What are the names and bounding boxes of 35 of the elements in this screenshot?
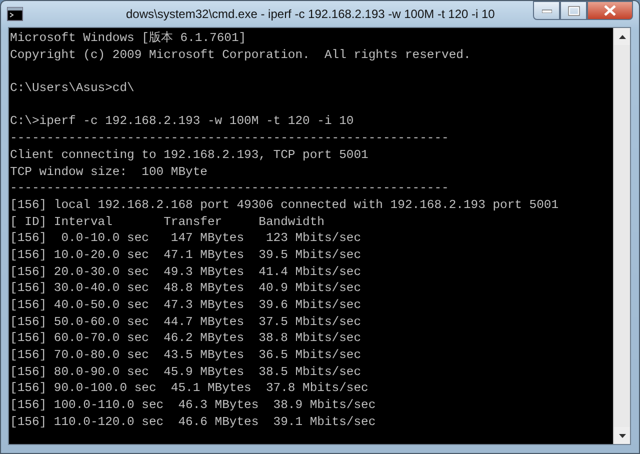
console-line: [156] 60.0-70.0 sec 46.2 MBytes 38.8 Mbits/sec <box>10 330 362 348</box>
down-arrow-icon <box>618 434 626 438</box>
command-prompt-icon <box>7 7 23 21</box>
console-line: [156] 90.0-100.0 sec 45.1 MBytes 37.8 Mbits/sec <box>10 380 370 398</box>
console-line: ------------------------------------------------------------ <box>10 180 450 197</box>
up-arrow-icon <box>618 34 626 38</box>
console-line: Copyright (c) 2009 Microsoft Corporation. All rights reserved. <box>10 46 472 64</box>
console-line: [156] 40.0-50.0 sec 47.3 MBytes 39.6 Mbits/sec <box>10 297 362 314</box>
console-line: [156] 20.0-30.0 sec 49.3 MBytes 41.4 Mbits/sec <box>10 264 362 280</box>
console-line: C:\>iperf -c 192.168.2.193 -w 100M -t 120 -i 10 <box>10 113 355 130</box>
console-line: [156] 30.0-40.0 sec 48.8 MBytes 40.9 Mbits/sec <box>10 280 362 297</box>
console-line: [156] 10.0-20.0 sec 47.1 MBytes 39.5 Mbits/sec <box>10 246 362 264</box>
console-line: [156] 100.0-110.0 sec 46.3 MBytes 38.9 Mbits/sec <box>10 397 377 414</box>
console-line: TCP window size: 100 MByte <box>10 164 208 180</box>
console-line: [156] 0.0-10.0 sec 147 MBytes 123 Mbits/sec <box>10 230 362 247</box>
console-line: [156] 80.0-90.0 sec 45.9 MBytes 38.5 Mbits/sec <box>10 364 362 380</box>
maximize-button[interactable] <box>560 1 587 20</box>
close-icon <box>604 5 616 16</box>
console-line: Client connecting to 192.168.2.193, TCP port 5001 <box>10 146 370 164</box>
console-line: [156] 70.0-80.0 sec 43.5 MBytes 36.5 Mbits/sec <box>10 347 362 364</box>
close-button[interactable] <box>587 1 633 20</box>
scroll-down-button[interactable] <box>614 427 630 444</box>
console-line: [156] local 192.168.2.168 port 49306 connected with 192.168.2.193 port 5001 <box>10 196 560 214</box>
window-title: dows\system32\cmd.exe - iperf -c 192.168.2.193 -w 100M -t 120 -i 10 <box>126 6 495 23</box>
minimize-icon <box>542 8 552 12</box>
console-line: C:\Users\Asus>cd\ <box>10 80 136 97</box>
console-line: [ ID] Interval Transfer Bandwidth <box>10 214 326 230</box>
console-line: [156] 50.0-60.0 sec 44.7 MBytes 37.5 Mbits/sec <box>10 314 362 330</box>
console-line: [156] 110.0-120.0 sec 46.6 MBytes 39.1 Mbits/sec <box>10 414 377 430</box>
scroll-up-button[interactable] <box>614 28 630 45</box>
console-line: ------------------------------------------------------------ <box>10 130 450 147</box>
maximize-icon <box>568 6 580 16</box>
console-line: Microsoft Windows [版本 6.1.7601] <box>10 30 248 47</box>
scrollbar[interactable] <box>613 28 630 444</box>
minimize-button[interactable] <box>533 1 560 20</box>
